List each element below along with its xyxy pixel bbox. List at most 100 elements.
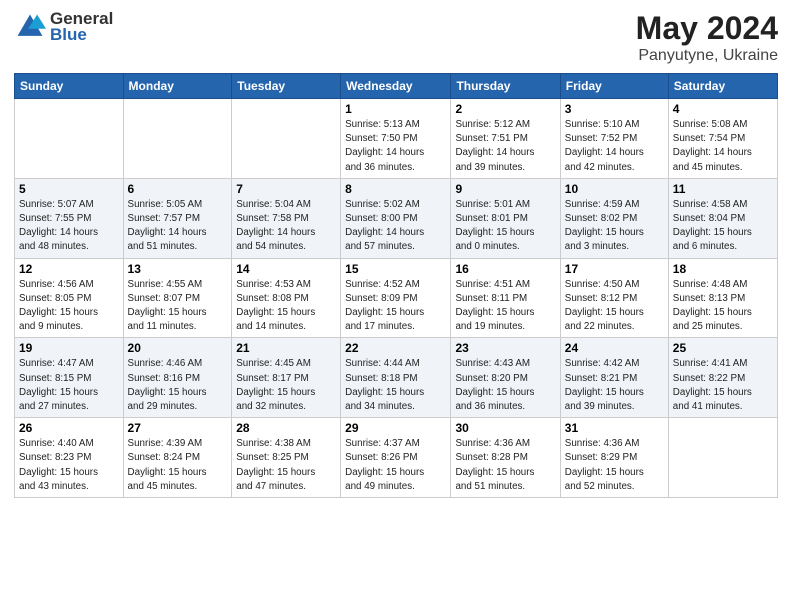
calendar-cell: 3 Sunrise: 5:10 AM Sunset: 7:52 PM Daylig…	[560, 99, 668, 179]
day-number: 10	[565, 182, 664, 196]
day-number: 27	[128, 421, 228, 435]
col-header-friday: Friday	[560, 74, 668, 99]
calendar-cell: 15 Sunrise: 4:52 AM Sunset: 8:09 PM Dayli…	[341, 258, 451, 338]
calendar-cell	[15, 99, 124, 179]
day-info: Sunrise: 4:51 AM Sunset: 8:11 PM Dayligh…	[455, 278, 555, 335]
day-info: Sunrise: 4:39 AM Sunset: 8:24 PM Dayligh…	[128, 437, 228, 494]
day-info: Sunrise: 4:46 AM Sunset: 8:16 PM Dayligh…	[128, 357, 228, 414]
day-number: 4	[673, 102, 773, 116]
day-info: Sunrise: 5:05 AM Sunset: 7:57 PM Dayligh…	[128, 198, 228, 255]
col-header-thursday: Thursday	[451, 74, 560, 99]
day-info: Sunrise: 5:02 AM Sunset: 8:00 PM Dayligh…	[345, 198, 446, 255]
logo-text: General Blue	[50, 10, 113, 44]
day-number: 17	[565, 262, 664, 276]
col-header-tuesday: Tuesday	[232, 74, 341, 99]
day-number: 16	[455, 262, 555, 276]
day-number: 19	[19, 341, 119, 355]
calendar-cell	[232, 99, 341, 179]
day-number: 24	[565, 341, 664, 355]
day-info: Sunrise: 5:13 AM Sunset: 7:50 PM Dayligh…	[345, 118, 446, 175]
calendar-cell: 21 Sunrise: 4:45 AM Sunset: 8:17 PM Dayli…	[232, 338, 341, 418]
day-number: 9	[455, 182, 555, 196]
day-info: Sunrise: 4:36 AM Sunset: 8:29 PM Dayligh…	[565, 437, 664, 494]
calendar-cell: 16 Sunrise: 4:51 AM Sunset: 8:11 PM Dayli…	[451, 258, 560, 338]
calendar-week-row: 1 Sunrise: 5:13 AM Sunset: 7:50 PM Daylig…	[15, 99, 778, 179]
location: Panyutyne, Ukraine	[636, 47, 778, 65]
calendar-week-row: 19 Sunrise: 4:47 AM Sunset: 8:15 PM Dayli…	[15, 338, 778, 418]
calendar-cell: 5 Sunrise: 5:07 AM Sunset: 7:55 PM Daylig…	[15, 178, 124, 258]
calendar-cell: 22Sunrise: 4:44 AM Sunset: 8:18 PM Dayli…	[341, 338, 451, 418]
calendar-cell: 28Sunrise: 4:38 AM Sunset: 8:25 PM Dayli…	[232, 418, 341, 498]
day-number: 7	[236, 182, 336, 196]
day-info: Sunrise: 4:55 AM Sunset: 8:07 PM Dayligh…	[128, 278, 228, 335]
day-info: Sunrise: 4:37 AM Sunset: 8:26 PM Dayligh…	[345, 437, 446, 494]
day-info: Sunrise: 4:52 AM Sunset: 8:09 PM Dayligh…	[345, 278, 446, 335]
col-header-saturday: Saturday	[668, 74, 777, 99]
day-number: 21	[236, 341, 336, 355]
calendar-cell: 23Sunrise: 4:43 AM Sunset: 8:20 PM Dayli…	[451, 338, 560, 418]
day-info: Sunrise: 4:53 AM Sunset: 8:08 PM Dayligh…	[236, 278, 336, 335]
calendar-table: SundayMondayTuesdayWednesdayThursdayFrid…	[14, 73, 778, 498]
calendar-cell: 20Sunrise: 4:46 AM Sunset: 8:16 PM Dayli…	[123, 338, 232, 418]
day-info: Sunrise: 4:48 AM Sunset: 8:13 PM Dayligh…	[673, 278, 773, 335]
day-info: Sunrise: 4:58 AM Sunset: 8:04 PM Dayligh…	[673, 198, 773, 255]
calendar-cell: 1 Sunrise: 5:13 AM Sunset: 7:50 PM Daylig…	[341, 99, 451, 179]
day-number: 30	[455, 421, 555, 435]
day-info: Sunrise: 4:47 AM Sunset: 8:15 PM Dayligh…	[19, 357, 119, 414]
calendar-cell: 11Sunrise: 4:58 AM Sunset: 8:04 PM Dayli…	[668, 178, 777, 258]
title-block: May 2024 Panyutyne, Ukraine	[636, 10, 778, 65]
calendar-cell: 27 Sunrise: 4:39 AM Sunset: 8:24 PM Dayli…	[123, 418, 232, 498]
page: General Blue May 2024 Panyutyne, Ukraine…	[0, 0, 792, 612]
day-info: Sunrise: 4:40 AM Sunset: 8:23 PM Dayligh…	[19, 437, 119, 494]
day-info: Sunrise: 4:41 AM Sunset: 8:22 PM Dayligh…	[673, 357, 773, 414]
day-info: Sunrise: 5:07 AM Sunset: 7:55 PM Dayligh…	[19, 198, 119, 255]
calendar-cell: 13 Sunrise: 4:55 AM Sunset: 8:07 PM Dayli…	[123, 258, 232, 338]
day-number: 12	[19, 262, 119, 276]
calendar-cell: 10 Sunrise: 4:59 AM Sunset: 8:02 PM Dayli…	[560, 178, 668, 258]
logo-icon	[14, 11, 46, 43]
day-info: Sunrise: 4:50 AM Sunset: 8:12 PM Dayligh…	[565, 278, 664, 335]
day-number: 26	[19, 421, 119, 435]
logo-blue: Blue	[50, 26, 113, 45]
calendar-cell: 25Sunrise: 4:41 AM Sunset: 8:22 PM Dayli…	[668, 338, 777, 418]
day-number: 8	[345, 182, 446, 196]
calendar-cell: 4Sunrise: 5:08 AM Sunset: 7:54 PM Daylig…	[668, 99, 777, 179]
logo: General Blue	[14, 10, 113, 44]
day-number: 1	[345, 102, 446, 116]
day-number: 15	[345, 262, 446, 276]
calendar-cell: 8 Sunrise: 5:02 AM Sunset: 8:00 PM Daylig…	[341, 178, 451, 258]
header: General Blue May 2024 Panyutyne, Ukraine	[14, 10, 778, 65]
day-number: 31	[565, 421, 664, 435]
day-info: Sunrise: 5:01 AM Sunset: 8:01 PM Dayligh…	[455, 198, 555, 255]
day-info: Sunrise: 4:44 AM Sunset: 8:18 PM Dayligh…	[345, 357, 446, 414]
calendar-week-row: 12Sunrise: 4:56 AM Sunset: 8:05 PM Dayli…	[15, 258, 778, 338]
calendar-cell: 31 Sunrise: 4:36 AM Sunset: 8:29 PM Dayli…	[560, 418, 668, 498]
day-info: Sunrise: 4:42 AM Sunset: 8:21 PM Dayligh…	[565, 357, 664, 414]
calendar-cell	[123, 99, 232, 179]
day-info: Sunrise: 5:10 AM Sunset: 7:52 PM Dayligh…	[565, 118, 664, 175]
day-number: 13	[128, 262, 228, 276]
day-number: 5	[19, 182, 119, 196]
day-info: Sunrise: 4:36 AM Sunset: 8:28 PM Dayligh…	[455, 437, 555, 494]
day-number: 18	[673, 262, 773, 276]
calendar-cell: 18 Sunrise: 4:48 AM Sunset: 8:13 PM Dayli…	[668, 258, 777, 338]
calendar-week-row: 26 Sunrise: 4:40 AM Sunset: 8:23 PM Dayli…	[15, 418, 778, 498]
calendar-cell: 17 Sunrise: 4:50 AM Sunset: 8:12 PM Dayli…	[560, 258, 668, 338]
day-number: 29	[345, 421, 446, 435]
calendar-cell: 24 Sunrise: 4:42 AM Sunset: 8:21 PM Dayli…	[560, 338, 668, 418]
day-number: 14	[236, 262, 336, 276]
day-number: 2	[455, 102, 555, 116]
calendar-cell: 29 Sunrise: 4:37 AM Sunset: 8:26 PM Dayli…	[341, 418, 451, 498]
month-title: May 2024	[636, 10, 778, 47]
calendar-cell: 30 Sunrise: 4:36 AM Sunset: 8:28 PM Dayli…	[451, 418, 560, 498]
day-info: Sunrise: 4:59 AM Sunset: 8:02 PM Dayligh…	[565, 198, 664, 255]
day-info: Sunrise: 4:45 AM Sunset: 8:17 PM Dayligh…	[236, 357, 336, 414]
calendar-cell: 7Sunrise: 5:04 AM Sunset: 7:58 PM Daylig…	[232, 178, 341, 258]
day-number: 28	[236, 421, 336, 435]
day-number: 3	[565, 102, 664, 116]
calendar-cell: 6Sunrise: 5:05 AM Sunset: 7:57 PM Daylig…	[123, 178, 232, 258]
calendar-cell: 9 Sunrise: 5:01 AM Sunset: 8:01 PM Daylig…	[451, 178, 560, 258]
calendar-week-row: 5 Sunrise: 5:07 AM Sunset: 7:55 PM Daylig…	[15, 178, 778, 258]
calendar-cell: 26 Sunrise: 4:40 AM Sunset: 8:23 PM Dayli…	[15, 418, 124, 498]
calendar-cell: 2Sunrise: 5:12 AM Sunset: 7:51 PM Daylig…	[451, 99, 560, 179]
